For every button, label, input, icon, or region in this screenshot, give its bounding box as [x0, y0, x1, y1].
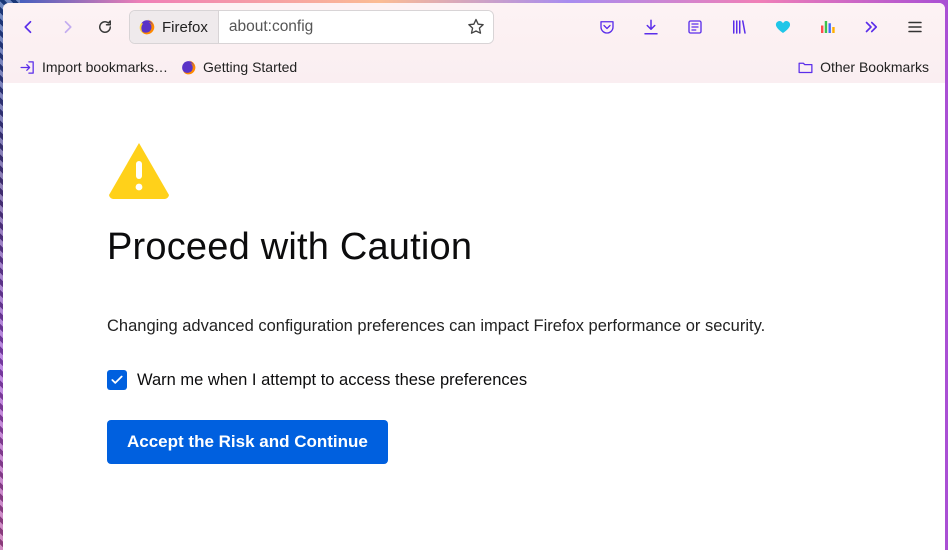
reader-button[interactable]	[673, 9, 717, 45]
accept-risk-button[interactable]: Accept the Risk and Continue	[107, 420, 388, 464]
reader-icon	[686, 18, 704, 36]
forward-button[interactable]	[49, 9, 85, 45]
getting-started-label: Getting Started	[203, 59, 297, 75]
library-icon	[730, 18, 748, 36]
arrow-left-icon	[20, 18, 38, 36]
toolbar-extension-area	[585, 9, 937, 45]
heart-y-icon	[774, 18, 792, 36]
getting-started-bookmark[interactable]: Getting Started	[174, 55, 303, 80]
hamburger-icon	[906, 18, 924, 36]
other-bookmarks-label: Other Bookmarks	[820, 59, 929, 75]
pocket-icon	[598, 18, 616, 36]
identity-box[interactable]: Firefox	[130, 11, 219, 43]
warning-icon	[107, 141, 945, 204]
about-config-warning-page: Proceed with Caution Changing advanced c…	[3, 83, 945, 550]
back-button[interactable]	[11, 9, 47, 45]
arrow-right-icon	[58, 18, 76, 36]
chevron-double-right-icon	[862, 18, 880, 36]
import-bookmarks-label: Import bookmarks…	[42, 59, 168, 75]
url-bar: Firefox	[129, 10, 494, 44]
firefox-logo-icon	[180, 59, 197, 76]
nav-toolbar: Firefox	[3, 3, 945, 51]
url-input[interactable]	[219, 11, 459, 43]
page-title: Proceed with Caution	[107, 226, 945, 269]
app-menu-button[interactable]	[893, 9, 937, 45]
library-button[interactable]	[717, 9, 761, 45]
pocket-button[interactable]	[585, 9, 629, 45]
warn-checkbox[interactable]	[107, 370, 127, 390]
warn-checkbox-row: Warn me when I attempt to access these p…	[107, 370, 945, 390]
downloads-button[interactable]	[629, 9, 673, 45]
bookmark-star-button[interactable]	[459, 11, 493, 43]
firefox-window: Firefox	[3, 3, 945, 550]
warning-message: Changing advanced configuration preferen…	[107, 317, 867, 336]
star-icon	[466, 17, 486, 37]
reload-icon	[96, 18, 114, 36]
overflow-button[interactable]	[849, 9, 893, 45]
checkmark-icon	[110, 373, 124, 387]
extension-button-bars[interactable]	[805, 9, 849, 45]
bookmarks-toolbar: Import bookmarks… Getting Started Other …	[3, 51, 945, 83]
import-bookmarks-button[interactable]: Import bookmarks…	[13, 55, 174, 80]
reload-button[interactable]	[87, 9, 123, 45]
download-icon	[642, 18, 660, 36]
color-bars-icon	[818, 18, 836, 36]
warn-checkbox-label: Warn me when I attempt to access these p…	[137, 371, 527, 390]
extension-button-yacy[interactable]	[761, 9, 805, 45]
identity-label: Firefox	[162, 19, 208, 36]
folder-icon	[797, 59, 814, 76]
other-bookmarks-button[interactable]: Other Bookmarks	[791, 55, 935, 80]
firefox-logo-icon	[138, 18, 156, 36]
import-icon	[19, 59, 36, 76]
